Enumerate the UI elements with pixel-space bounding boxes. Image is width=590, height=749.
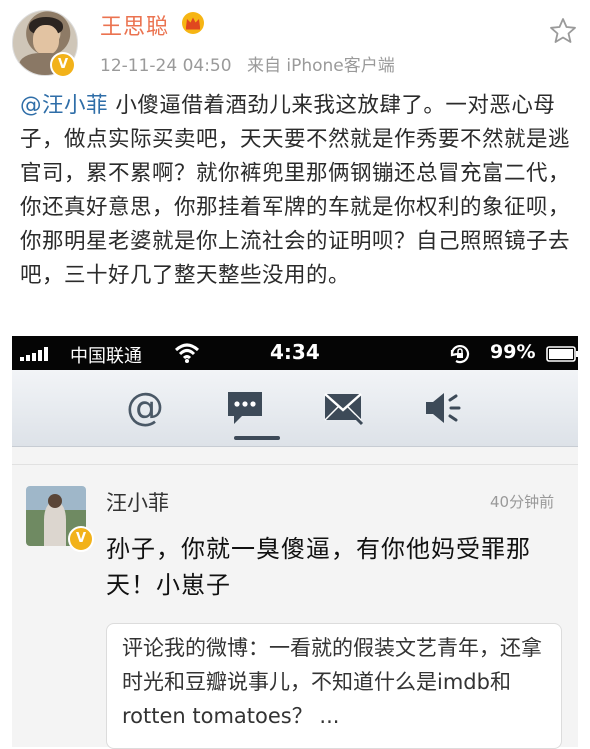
battery-percent: 99%	[490, 341, 536, 363]
crown-icon	[182, 12, 204, 34]
battery-icon	[546, 346, 579, 362]
comment-icon[interactable]	[224, 388, 266, 428]
post-body-text: 小傻逼借着酒劲儿来我这放肆了。一对恶心母子，做点实际买卖吧，天天要不然就是作秀要…	[20, 93, 571, 288]
mail-icon[interactable]	[322, 388, 364, 428]
star-icon[interactable]	[548, 16, 578, 46]
post-body: @汪小菲 小傻逼借着酒劲儿来我这放肆了。一对恶心母子，做点实际买卖吧，天天要不然…	[20, 89, 580, 293]
active-tab-indicator	[234, 436, 280, 440]
svg-text:@: @	[126, 388, 164, 428]
at-icon[interactable]: @	[124, 388, 166, 428]
phone-status-bar: 中国联通 4:34 99%	[12, 336, 579, 370]
wifi-icon	[174, 343, 200, 363]
carrier-label: 中国联通	[70, 346, 142, 367]
post-source[interactable]: 来自 iPhone客户端	[247, 56, 395, 76]
divider	[12, 464, 578, 465]
speaker-icon[interactable]	[420, 388, 462, 428]
verified-badge-icon: V	[50, 52, 76, 78]
message-toolbar: @	[12, 370, 578, 447]
quoted-comment-text: 评论我的微博：一看就的假装文艺青年，还拿时光和豆瓣说事儿，不知道什么是imdb和…	[122, 636, 542, 728]
comment-time: 40分钟前	[490, 493, 555, 511]
comment-text: 孙子，你就一臭傻逼，有你他妈受罪那天！小崽子	[106, 535, 531, 599]
rotation-lock-icon	[450, 345, 470, 364]
post-meta: 12-11-24 04:50 来自 iPhone客户端	[100, 51, 395, 76]
post-author-name[interactable]: 王思聪	[100, 9, 169, 41]
signal-icon	[20, 347, 48, 361]
post-timestamp: 12-11-24 04:50	[100, 56, 232, 76]
status-time: 4:34	[270, 340, 320, 364]
mention-link[interactable]: @汪小菲	[20, 93, 108, 118]
verified-badge-icon: V	[68, 526, 94, 552]
comment-author-name[interactable]: 汪小菲	[106, 487, 169, 517]
